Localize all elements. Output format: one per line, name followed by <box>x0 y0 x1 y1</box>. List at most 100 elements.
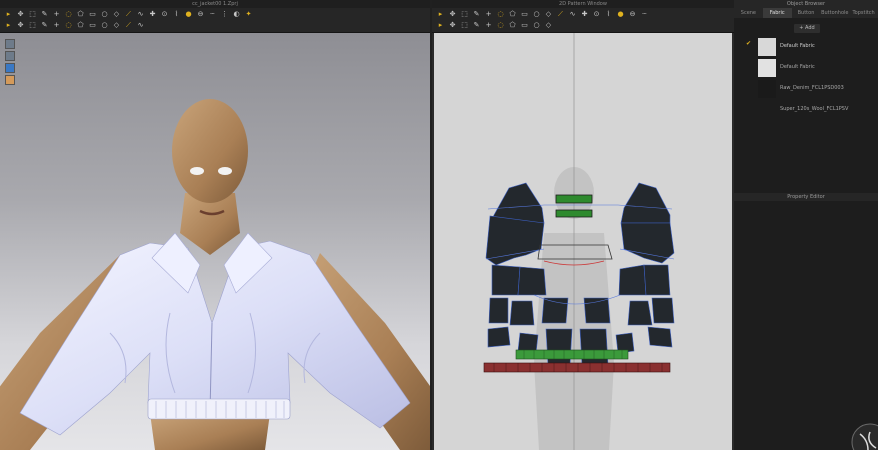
elastic-icon[interactable]: ▸ <box>436 21 445 30</box>
internal-icon[interactable]: ○ <box>532 10 541 19</box>
brush-icon[interactable]: ▸ <box>4 21 13 30</box>
fabric-add-bar: + Add <box>734 22 878 34</box>
view-garment-icon[interactable] <box>5 51 15 61</box>
symmetry-icon[interactable]: + <box>484 21 493 30</box>
topstitch-icon[interactable]: ✎ <box>40 21 49 30</box>
rectangle-icon[interactable]: ⬠ <box>508 10 517 19</box>
texture-icon[interactable]: ✥ <box>16 21 25 30</box>
fold-icon[interactable]: ⬚ <box>460 21 469 30</box>
tack-icon[interactable]: ✚ <box>148 10 157 19</box>
arrange-icon[interactable]: ⊖ <box>628 10 637 19</box>
tab-buttonhole[interactable]: Buttonhole <box>820 8 849 18</box>
view-skin-icon[interactable] <box>5 75 15 85</box>
3d-toolbar-row-1: ▸ ✥ ⬚ ✎ + ◌ ⬠ ▭ ○ ◇ ⟋ ∿ ✚ ⊙ ⌇ ● ⊖ ┄ ⋮ ◐ ✦ <box>4 10 253 21</box>
clo3d-app: cc_jacket00 1.Zprj ▸ ✥ ⬚ ✎ + ◌ ⬠ ▭ ○ ◇ ⟋ ∿ ✚ ⊙ ⌇ ● ⊖ ┄ ⋮ ◐ ✦… <box>0 0 878 450</box>
select-icon[interactable]: ▸ <box>4 10 13 19</box>
fabric-name: Default Fabric <box>780 43 815 49</box>
brush-icon[interactable]: ✦ <box>244 10 253 19</box>
fold-icon[interactable]: ● <box>616 10 625 19</box>
tab-scene[interactable]: Scene <box>734 8 763 18</box>
pattern-move-icon[interactable]: ✥ <box>448 10 457 19</box>
tab-topstitch[interactable]: Topstitch <box>849 8 878 18</box>
fabric-item[interactable]: ✔ Default Fabric <box>734 36 878 57</box>
object-browser-title: Object Browser <box>734 0 878 8</box>
zipper-icon[interactable]: ⬚ <box>28 21 37 30</box>
check-seam-icon[interactable]: ⬠ <box>508 21 517 30</box>
rectangle-icon[interactable]: ▭ <box>88 10 97 19</box>
free-seam-icon[interactable]: ▭ <box>520 21 529 30</box>
elastic-icon[interactable]: ┄ <box>640 10 649 19</box>
pattern-edit-icon[interactable]: ⬚ <box>460 10 469 19</box>
button-icon[interactable]: ◌ <box>64 21 73 30</box>
fabric-name: Super_120s_Wool_FCL1PSV <box>780 106 849 112</box>
move-icon[interactable]: ✥ <box>16 10 25 19</box>
buttonhole-icon[interactable]: ⊖ <box>196 10 205 19</box>
segment-seam-icon[interactable]: ◇ <box>544 10 553 19</box>
2d-window-title: 2D Pattern Window <box>432 0 734 8</box>
grading-icon[interactable]: ✎ <box>472 21 481 30</box>
button-icon[interactable]: ● <box>184 10 193 19</box>
pattern-select-icon[interactable]: ▸ <box>436 10 445 19</box>
add-fabric-button[interactable]: + Add <box>794 24 820 33</box>
notch-icon[interactable]: ◌ <box>496 21 505 30</box>
selected-check-icon: ✔ <box>746 40 752 47</box>
texture-icon[interactable]: ◐ <box>232 10 241 19</box>
3d-window-title: cc_jacket00 1.Zprj <box>0 0 430 8</box>
polygon-icon[interactable]: ⬠ <box>76 10 85 19</box>
fold-icon[interactable]: ⬠ <box>76 21 85 30</box>
3d-viewport[interactable] <box>0 33 430 450</box>
2d-toolbar-row-2: ▸ ✥ ⬚ ✎ + ◌ ⬠ ▭ ○ ◇ <box>436 21 553 32</box>
circle-icon[interactable]: ○ <box>100 10 109 19</box>
internal-polygon-icon[interactable]: ◇ <box>112 10 121 19</box>
pattern-layout <box>483 33 675 450</box>
seam-icon[interactable]: ⟋ <box>124 10 133 19</box>
pin-icon[interactable]: ▭ <box>88 21 97 30</box>
fabric-item[interactable]: Super_120s_Wool_FCL1PSV <box>734 99 878 120</box>
notch-icon[interactable]: ✚ <box>580 10 589 19</box>
free-seam-icon[interactable]: ◇ <box>112 21 121 30</box>
avatar-render <box>0 99 430 450</box>
pin-icon[interactable]: ⊙ <box>160 10 169 19</box>
polygon-icon[interactable]: ◌ <box>496 10 505 19</box>
fabric-name: Raw_Denim_FCL1PSD003 <box>780 85 844 91</box>
curve-point-icon[interactable]: ◌ <box>64 10 73 19</box>
tack-icon[interactable]: ○ <box>100 21 109 30</box>
view-avatar-icon[interactable] <box>5 39 15 49</box>
fabric-swatch <box>758 101 776 119</box>
circle-icon[interactable]: ▭ <box>520 10 529 19</box>
edit-pattern-icon[interactable]: ✎ <box>40 10 49 19</box>
curve-point-icon[interactable]: + <box>484 10 493 19</box>
2d-toolbar: ▸ ✥ ⬚ ✎ + ◌ ⬠ ▭ ○ ◇ ⟋ ∿ ✚ ⊙ ⌇ ● ⊖ ┄ ▸ ✥ ⬚ ✎ + ◌ ⬠ ▭ ○ ◇ <box>432 8 734 33</box>
seam-icon[interactable]: ⟋ <box>124 21 133 30</box>
hem-rib-piece <box>483 362 671 373</box>
arrange-icon[interactable]: ✥ <box>448 21 457 30</box>
tab-button[interactable]: Button <box>792 8 821 18</box>
free-seam-icon[interactable]: ∿ <box>136 10 145 19</box>
3d-toolbar-row-2: ▸ ✥ ⬚ ✎ + ◌ ⬠ ▭ ○ ◇ ⟋ ∿ <box>4 21 145 32</box>
add-point-icon[interactable]: ✎ <box>472 10 481 19</box>
topstitch-icon[interactable]: ┄ <box>208 10 217 19</box>
zipper-icon[interactable]: ⋮ <box>220 10 229 19</box>
clo-logo-icon <box>851 423 878 450</box>
grading-icon[interactable]: ⌇ <box>604 10 613 19</box>
fabric-swatch <box>758 59 776 77</box>
fabric-item[interactable]: Raw_Denim_FCL1PSD003 <box>734 78 878 99</box>
free-seam-icon[interactable]: ⟋ <box>556 10 565 19</box>
internal-polygon-icon[interactable]: ∿ <box>136 21 145 30</box>
fabric-item[interactable]: Default Fabric <box>734 57 878 78</box>
internal-icon[interactable]: ◇ <box>544 21 553 30</box>
2d-pattern-viewport[interactable] <box>434 33 732 450</box>
fold-icon[interactable]: ⌇ <box>172 10 181 19</box>
tab-fabric[interactable]: Fabric <box>762 8 792 18</box>
object-browser-panel: Object Browser Scene Fabric Button Butto… <box>734 0 878 450</box>
3d-view-side-tools <box>5 39 16 87</box>
fabric-swatch <box>758 80 776 98</box>
symmetry-icon[interactable]: ⊙ <box>592 10 601 19</box>
cuff-rib-piece <box>515 349 629 360</box>
transform-icon[interactable]: ⬚ <box>28 10 37 19</box>
add-point-icon[interactable]: + <box>52 10 61 19</box>
view-texture-icon[interactable] <box>5 63 15 73</box>
segment-seam-icon[interactable]: ○ <box>532 21 541 30</box>
buttonhole-icon[interactable]: + <box>52 21 61 30</box>
check-seam-icon[interactable]: ∿ <box>568 10 577 19</box>
